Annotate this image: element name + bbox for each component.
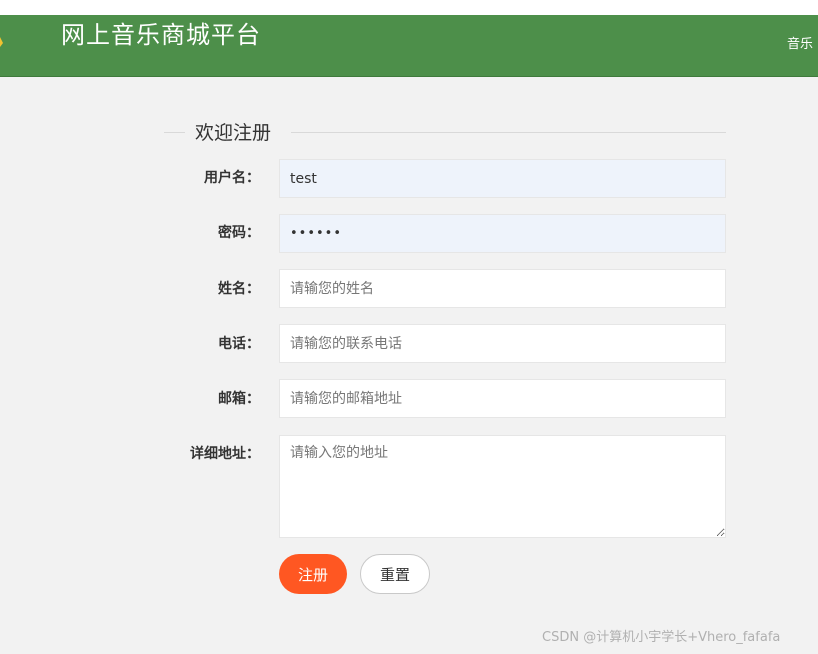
form-legend-title: 欢迎注册	[195, 122, 272, 144]
reset-button[interactable]: 重置	[360, 554, 430, 594]
star-icon	[0, 35, 4, 53]
phone-label: 电话：	[218, 336, 260, 352]
username-input[interactable]	[279, 159, 726, 198]
email-input[interactable]	[279, 379, 726, 418]
top-strip	[0, 0, 818, 15]
phone-input[interactable]	[279, 324, 726, 363]
email-label: 邮箱：	[218, 391, 260, 407]
password-input[interactable]	[279, 214, 726, 253]
site-title: 网上音乐商城平台	[61, 21, 261, 49]
password-label: 密码：	[218, 225, 260, 241]
watermark-text: CSDN @计算机小宇学长+Vhero_fafafa	[542, 630, 781, 645]
name-label: 姓名：	[218, 281, 260, 297]
address-label: 详细地址：	[190, 446, 260, 462]
header-bar: 网上音乐商城平台 音乐	[0, 15, 818, 77]
username-label: 用户名：	[204, 170, 260, 186]
register-button[interactable]: 注册	[279, 554, 347, 594]
nav-link-music[interactable]: 音乐	[787, 36, 813, 54]
name-input[interactable]	[279, 269, 726, 308]
legend-divider-left	[164, 132, 185, 133]
legend-divider-right	[291, 132, 726, 133]
address-textarea[interactable]	[279, 435, 726, 538]
